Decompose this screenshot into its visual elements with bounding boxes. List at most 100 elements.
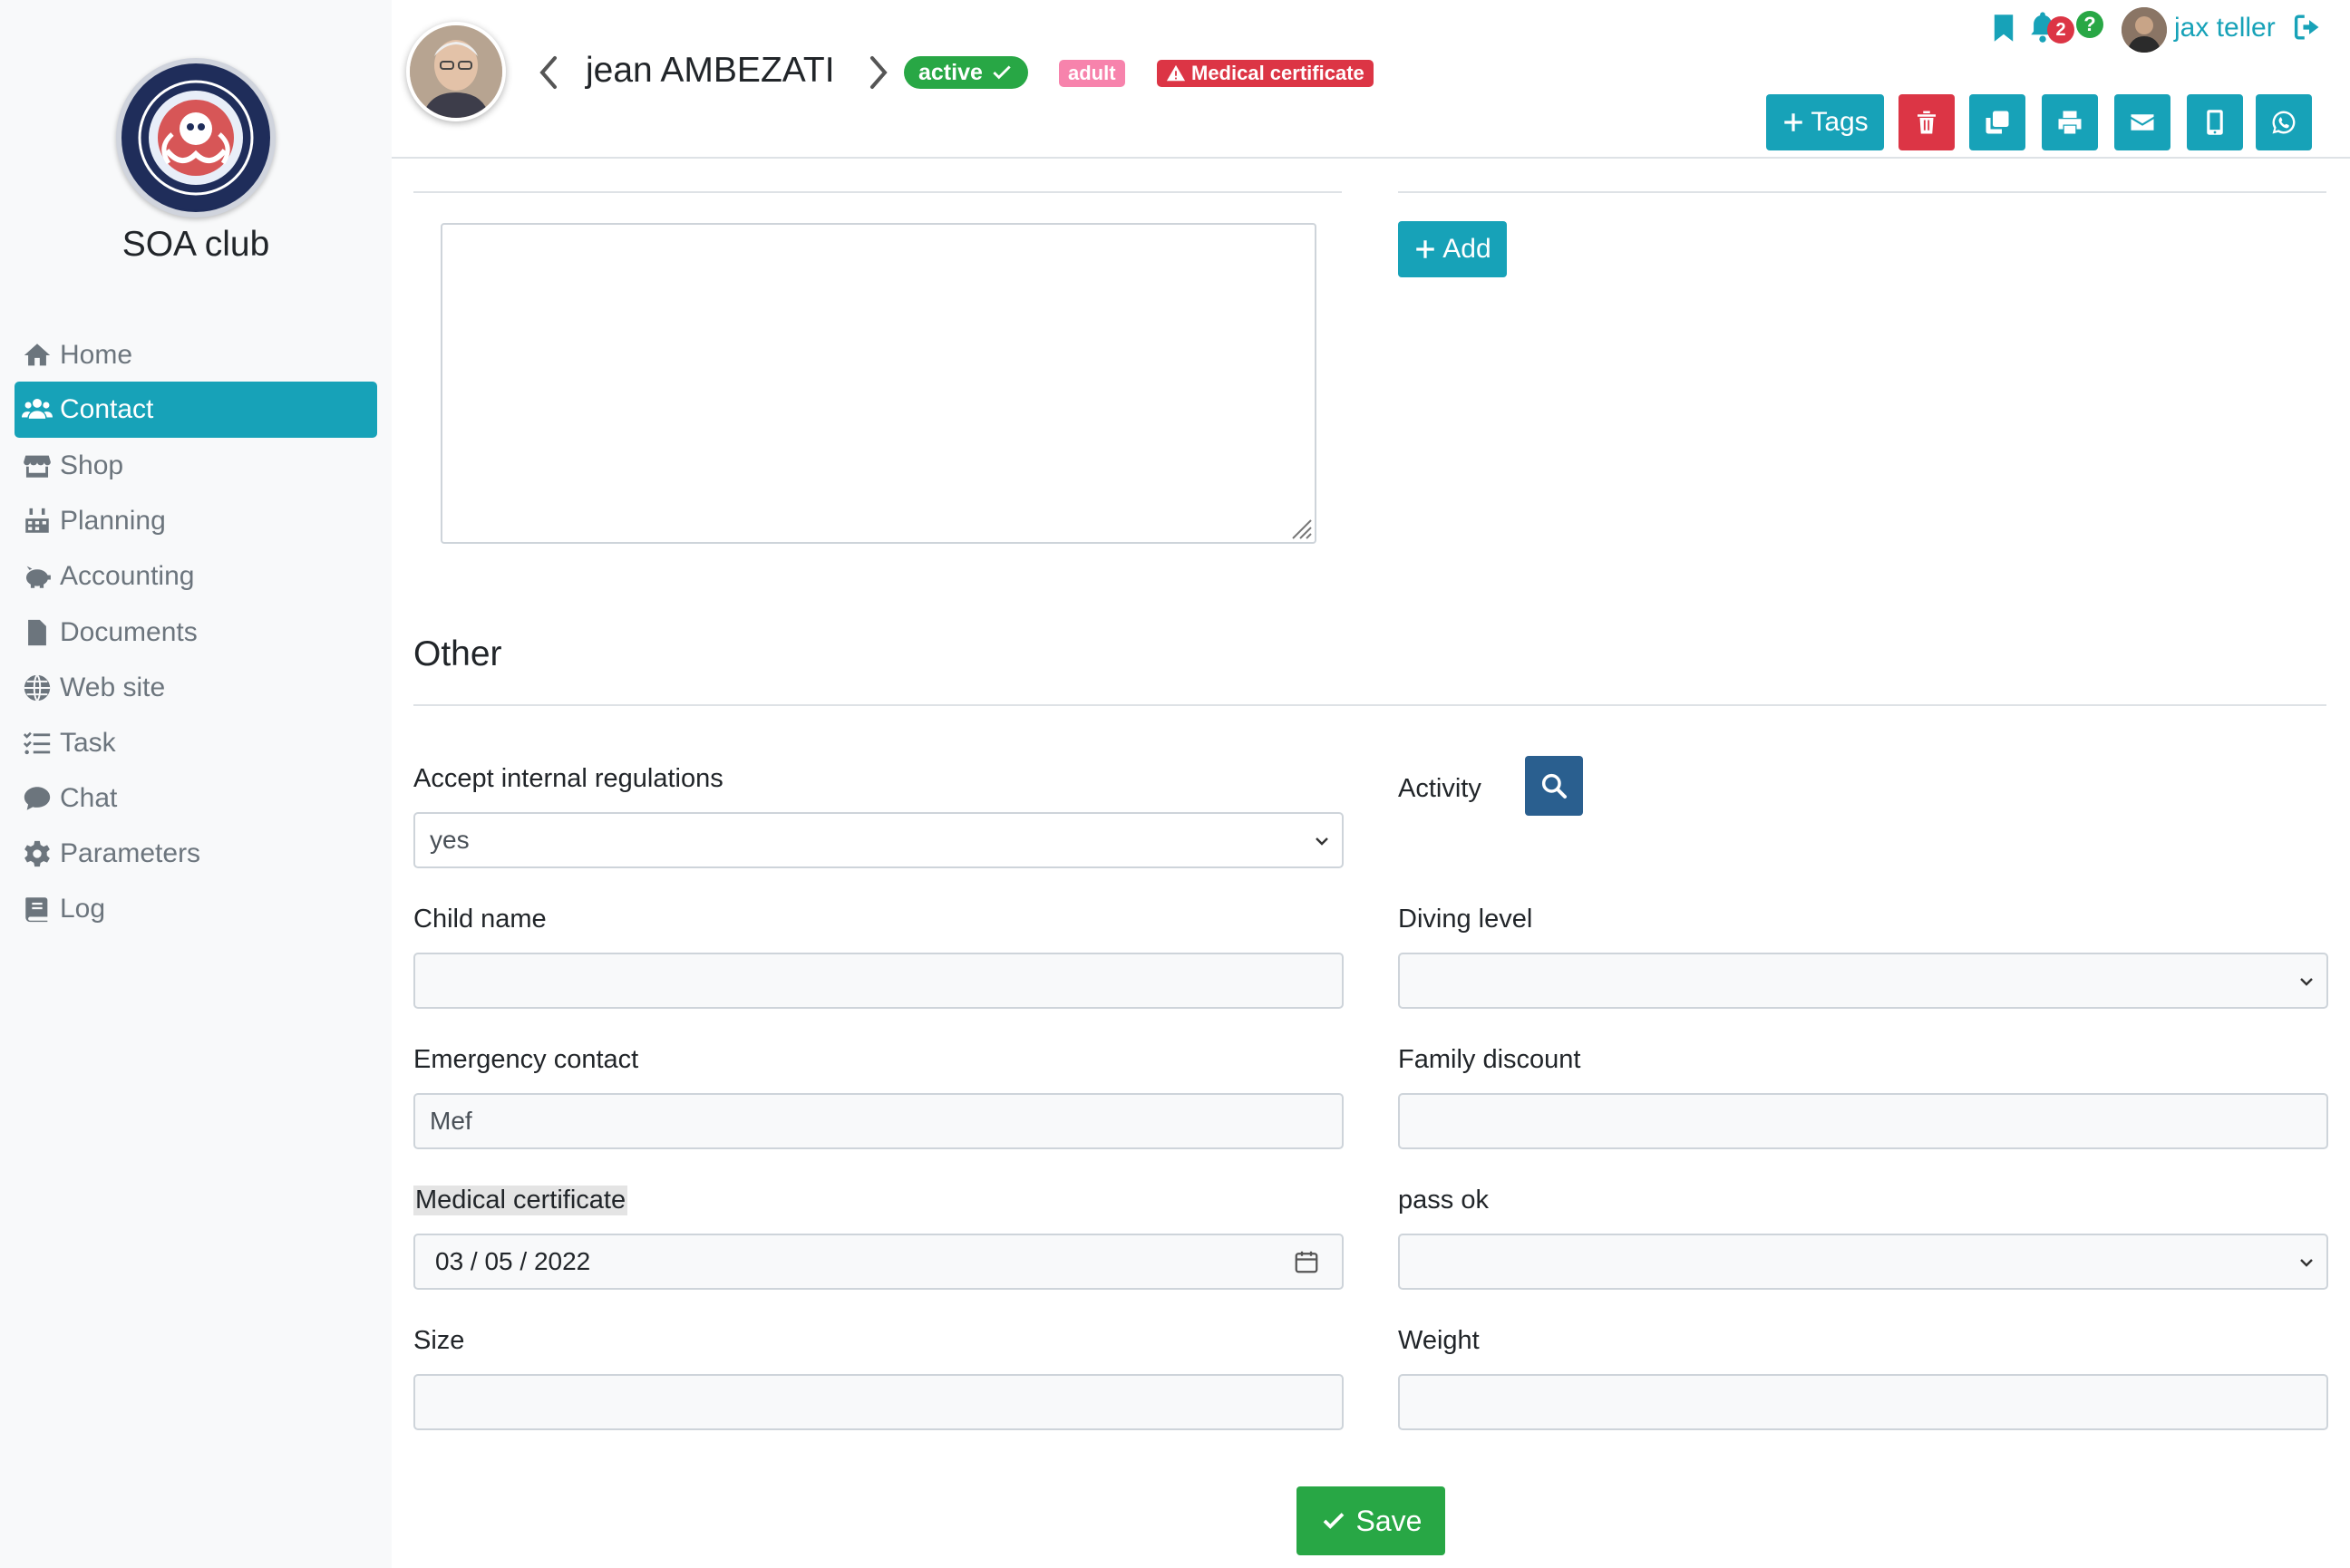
family-discount-label: Family discount	[1398, 1045, 1581, 1074]
piggy-bank-icon	[25, 566, 51, 588]
medical-certificate-date-input[interactable]: 03 / 05 / 2022	[413, 1234, 1344, 1290]
diving-level-label: Diving level	[1398, 905, 1533, 934]
activity-label: Activity	[1398, 774, 1481, 803]
accept-regulations-label: Accept internal regulations	[413, 764, 723, 793]
next-contact-chevron-icon[interactable]	[865, 51, 892, 94]
calendar-icon	[25, 508, 49, 533]
sidebar-item-log[interactable]: Log	[15, 881, 377, 937]
accept-regulations-value: yes	[430, 826, 470, 854]
sidebar-item-label: Contact	[60, 394, 154, 424]
chevron-down-icon	[1316, 837, 1328, 846]
add-note-button[interactable]: Add	[1398, 221, 1507, 277]
sidebar-item-website[interactable]: Web site	[15, 660, 377, 716]
whatsapp-icon	[2272, 111, 2296, 134]
status-badge[interactable]: active	[904, 56, 1028, 89]
delete-button[interactable]	[1898, 94, 1955, 150]
help-icon[interactable]: ?	[2076, 11, 2103, 38]
pass-ok-select[interactable]	[1398, 1234, 2328, 1290]
logout-icon[interactable]	[2294, 13, 2325, 42]
sidebar-item-planning[interactable]: Planning	[15, 493, 377, 549]
add-button-label: Add	[1442, 234, 1491, 264]
club-name: SOA club	[121, 225, 270, 264]
printer-icon	[2058, 111, 2082, 134]
divider	[413, 191, 1342, 193]
print-button[interactable]	[2042, 94, 2098, 150]
sidebar-item-label: Parameters	[60, 838, 201, 868]
plus-icon	[1416, 240, 1435, 258]
notification-count-badge: 2	[2047, 16, 2074, 44]
avatar-photo	[410, 25, 502, 118]
sidebar-item-label: Documents	[60, 617, 198, 647]
sms-button[interactable]	[2187, 94, 2243, 150]
add-tags-button[interactable]: Tags	[1766, 94, 1884, 150]
chevron-down-icon	[2300, 1259, 2313, 1267]
globe-icon	[24, 674, 51, 702]
search-icon	[1541, 773, 1567, 799]
email-button[interactable]	[2114, 94, 2170, 150]
medical-certificate-value: 03 / 05 / 2022	[435, 1247, 591, 1275]
sidebar-item-task[interactable]: Task	[15, 715, 377, 771]
calendar-picker-icon[interactable]	[1293, 1248, 1320, 1275]
club-logo[interactable]	[116, 58, 276, 218]
child-name-label: Child name	[413, 905, 547, 934]
whatsapp-button[interactable]	[2256, 94, 2312, 150]
save-button-label: Save	[1355, 1504, 1423, 1537]
accept-regulations-select[interactable]: yes	[413, 812, 1344, 868]
warning-badge-label: Medical certificate	[1191, 62, 1364, 84]
tasks-icon	[23, 731, 51, 755]
sidebar-item-label: Shop	[60, 450, 124, 480]
user-name[interactable]: jax teller	[2174, 13, 2276, 44]
sidebar-item-label: Planning	[60, 506, 166, 536]
pass-ok-label: pass ok	[1398, 1186, 1489, 1215]
status-badge-label: active	[918, 59, 983, 85]
sidebar-item-label: Home	[60, 340, 133, 370]
chat-icon	[24, 787, 51, 810]
medical-certificate-warning-badge: Medical certificate	[1157, 60, 1374, 87]
sidebar-item-label: Web site	[60, 673, 166, 702]
notes-textarea[interactable]	[441, 223, 1316, 544]
home-icon	[24, 344, 51, 366]
user-avatar-photo	[2122, 7, 2167, 53]
activity-search-button[interactable]	[1525, 756, 1583, 816]
sidebar-item-documents[interactable]: Documents	[15, 605, 377, 661]
users-icon	[22, 398, 53, 419]
category-badge: adult	[1059, 60, 1125, 87]
sidebar-item-parameters[interactable]: Parameters	[15, 826, 377, 882]
sidebar-item-shop[interactable]: Shop	[15, 438, 377, 494]
user-avatar[interactable]	[2122, 7, 2167, 53]
copy-icon	[1986, 111, 2009, 134]
sidebar-item-accounting[interactable]: Accounting	[15, 548, 377, 605]
family-discount-input[interactable]	[1398, 1093, 2328, 1149]
size-input[interactable]	[413, 1374, 1344, 1430]
child-name-input[interactable]	[413, 953, 1344, 1009]
avatar[interactable]	[406, 22, 506, 121]
club-logo-graphic	[123, 65, 268, 210]
section-title-other: Other	[413, 634, 502, 673]
emergency-contact-input[interactable]: Mef	[413, 1093, 1344, 1149]
emergency-contact-label: Emergency contact	[413, 1045, 639, 1074]
check-icon	[993, 65, 1011, 80]
chevron-down-icon	[2300, 978, 2313, 986]
divider	[1398, 191, 2326, 193]
duplicate-button[interactable]	[1969, 94, 2025, 150]
weight-label: Weight	[1398, 1326, 1480, 1355]
check-icon	[1323, 1513, 1344, 1529]
sidebar-item-home[interactable]: Home	[15, 327, 377, 383]
weight-input[interactable]	[1398, 1374, 2328, 1430]
sidebar-item-label: Task	[60, 728, 116, 758]
warning-icon	[1166, 64, 1186, 82]
sidebar-item-contact[interactable]: Contact	[15, 382, 377, 438]
store-icon	[24, 455, 51, 478]
envelope-icon	[2131, 114, 2154, 131]
previous-contact-chevron-icon[interactable]	[535, 51, 562, 94]
sidebar-item-label: Chat	[60, 783, 118, 813]
sidebar-item-chat[interactable]: Chat	[15, 770, 377, 827]
divider	[413, 704, 2326, 706]
sidebar: SOA club Home Contact Shop Planning Acco…	[0, 0, 392, 1568]
gear-icon	[24, 840, 50, 867]
bookmark-icon[interactable]	[1991, 13, 2016, 44]
resize-handle-icon[interactable]	[1287, 515, 1313, 540]
diving-level-select[interactable]	[1398, 953, 2328, 1009]
book-icon	[25, 897, 48, 923]
save-button[interactable]: Save	[1296, 1486, 1445, 1555]
